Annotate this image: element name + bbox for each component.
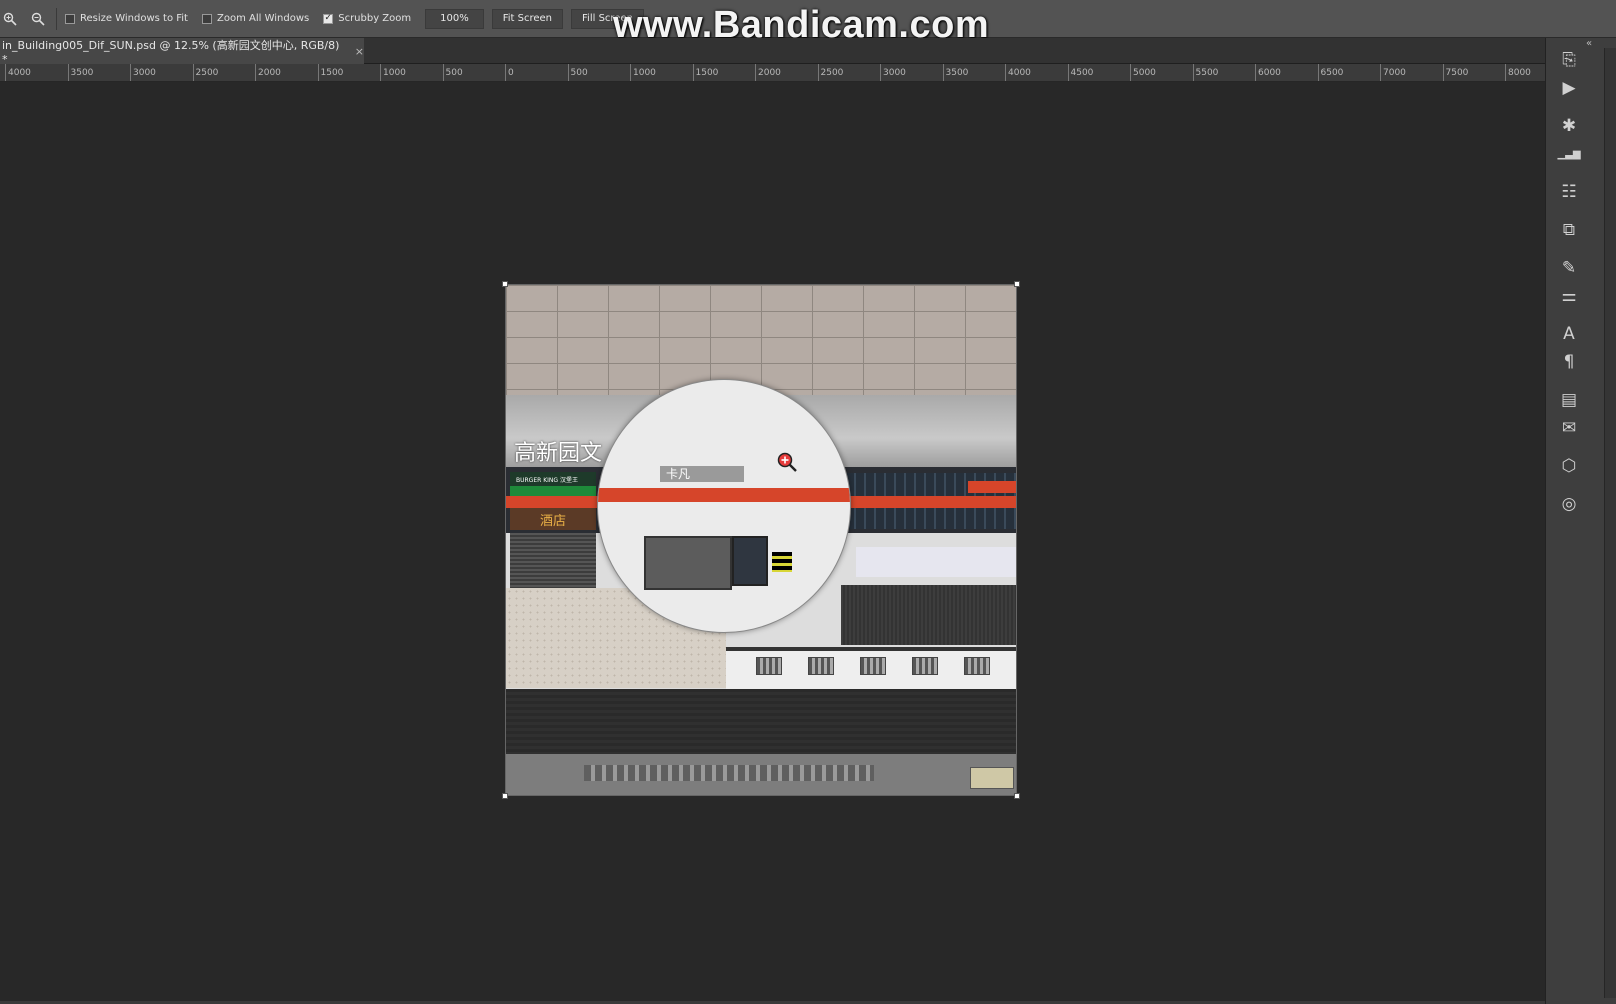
green-sign <box>510 486 596 496</box>
dock-spacer <box>1551 480 1591 490</box>
document-tab-title: in_Building005_Dif_SUN.psd @ 12.5% (高新园文… <box>2 38 340 66</box>
ruler-label: 2000 <box>258 68 281 78</box>
ruler-label: 6500 <box>1320 68 1344 78</box>
resize-windows-checkbox[interactable]: Resize Windows to Fit <box>65 13 188 24</box>
window <box>808 657 834 675</box>
vent-grille <box>584 765 874 781</box>
ruler-label: 1000 <box>633 68 656 78</box>
zoom-100-button[interactable]: 100% <box>425 8 484 29</box>
dock-edge-strip <box>1604 48 1616 998</box>
document-tab-bar: in_Building005_Dif_SUN.psd @ 12.5% (高新园文… <box>0 38 1545 66</box>
door-panel <box>732 536 768 586</box>
play-action-icon[interactable]: ▶ <box>1551 74 1587 102</box>
brush-presets-icon[interactable]: ✎ <box>1551 254 1587 282</box>
sign-text: 高新园文 <box>514 441 603 466</box>
dock-spacer <box>1551 102 1591 112</box>
close-icon[interactable]: × <box>355 45 364 58</box>
window-row <box>756 657 1016 677</box>
transform-handle[interactable] <box>1014 281 1020 287</box>
clone-source-icon[interactable]: ⧉ <box>1551 216 1587 244</box>
zoom-all-windows-checkbox[interactable]: Zoom All Windows <box>201 13 310 24</box>
layer-comps-icon[interactable]: ▤ <box>1551 386 1587 414</box>
ruler-label: 6000 <box>1258 68 1281 78</box>
ruler-label: 2500 <box>195 68 219 78</box>
window <box>912 657 938 675</box>
dock-spacer <box>1551 442 1591 452</box>
dark-cladding <box>841 585 1016 645</box>
checkbox-box <box>65 13 75 24</box>
ruler-label: 500 <box>445 68 463 78</box>
ruler-label: 3000 <box>883 68 906 78</box>
dock-spacer <box>1551 244 1591 254</box>
burger-sign: BURGER KING 汉堡王 <box>510 472 596 486</box>
brush-settings-icon[interactable]: ⚌ <box>1551 282 1587 310</box>
dark-panel <box>644 536 732 590</box>
right-panel-dock: « ⎘ ▶ ✱ ▁▃▆ ☷ ⧉ ✎ ⚌ A ¶ ▤ ✉ ⬡ ◎ <box>1545 38 1616 1004</box>
fit-screen-button[interactable]: Fit Screen <box>491 8 564 29</box>
magnifier-circle: 卡凡 <box>597 379 851 633</box>
ruler-label: 1500 <box>695 68 719 78</box>
adjust-icon[interactable]: ✱ <box>1551 112 1587 140</box>
ruler-label: 2500 <box>820 68 844 78</box>
transform-handle[interactable] <box>1014 793 1020 799</box>
ruler-label: 3500 <box>945 68 969 78</box>
ruler-label: 7500 <box>1445 68 1469 78</box>
hotel-text: 酒店 <box>540 514 567 529</box>
ruler-label: 4500 <box>1070 68 1094 78</box>
card-sign-text: 卡凡 <box>666 467 691 481</box>
ruler-label: 1000 <box>383 68 406 78</box>
paths-icon[interactable]: ◎ <box>1551 490 1587 518</box>
window <box>756 657 782 675</box>
tile-facade <box>506 285 1016 395</box>
document-tab[interactable]: in_Building005_Dif_SUN.psd @ 12.5% (高新园文… <box>0 38 364 66</box>
ruler-label: 2000 <box>758 68 781 78</box>
hotel-sign: 酒店 <box>510 508 596 530</box>
ruler-label: 4000 <box>1008 68 1031 78</box>
history-icon[interactable]: ⎘ <box>1551 46 1587 74</box>
zoom-in-tool-icon[interactable] <box>0 9 20 29</box>
properties-icon[interactable]: ☷ <box>1551 178 1587 206</box>
checkbox-box <box>201 13 212 24</box>
transform-handle[interactable] <box>502 281 508 287</box>
ruler-label: 3500 <box>70 68 94 78</box>
ruler-label: 5500 <box>1195 68 1219 78</box>
dock-spacer <box>1551 168 1591 178</box>
window <box>964 657 990 675</box>
zoom-out-icon[interactable] <box>28 9 48 29</box>
ruler-label: 1500 <box>320 68 344 78</box>
histogram-icon[interactable]: ▁▃▆ <box>1551 140 1587 168</box>
paragraph-icon[interactable]: ¶ <box>1551 348 1587 376</box>
shutter-door <box>510 533 596 588</box>
dock-spacer <box>1551 376 1591 386</box>
ruler-label: 3000 <box>133 68 156 78</box>
checkbox-checked-icon: ✓ <box>323 13 334 24</box>
card-sign: 卡凡 <box>660 466 744 482</box>
scrubby-zoom-label: Scrubby Zoom <box>338 13 412 24</box>
ruler-label: 7000 <box>1383 68 1406 78</box>
scrubby-zoom-checkbox[interactable]: ✓ Scrubby Zoom <box>323 13 411 24</box>
resize-windows-label: Resize Windows to Fit <box>80 13 188 24</box>
ruler-label: 4000 <box>8 68 31 78</box>
dock-spacer <box>1551 206 1591 216</box>
notes-icon[interactable]: ✉ <box>1551 414 1587 442</box>
ruler-label: 0 <box>508 68 514 78</box>
yellow-lights <box>772 552 792 572</box>
character-icon[interactable]: A <box>1551 320 1587 348</box>
separator <box>56 7 57 30</box>
ruler-label: 8000 <box>1508 68 1531 78</box>
ruler-label: 5000 <box>1133 68 1156 78</box>
white-panel <box>856 547 1016 577</box>
dock-spacer <box>1551 310 1591 320</box>
transform-handle[interactable] <box>502 793 508 799</box>
red-stripe-zoomed <box>598 488 850 502</box>
window <box>860 657 886 675</box>
3d-icon[interactable]: ⬡ <box>1551 452 1587 480</box>
horizontal-ruler[interactable]: 4000 3500 3000 2500 2000 1500 1000 500 0 500 1000 1… <box>0 64 1545 82</box>
ruler-label: 500 <box>570 68 588 78</box>
zoom-all-label: Zoom All Windows <box>216 13 310 24</box>
dark-roof-band <box>506 689 1016 754</box>
ac-units <box>970 767 1014 789</box>
red-stripe-right <box>968 481 1016 493</box>
zoom-cursor-icon <box>776 451 798 477</box>
